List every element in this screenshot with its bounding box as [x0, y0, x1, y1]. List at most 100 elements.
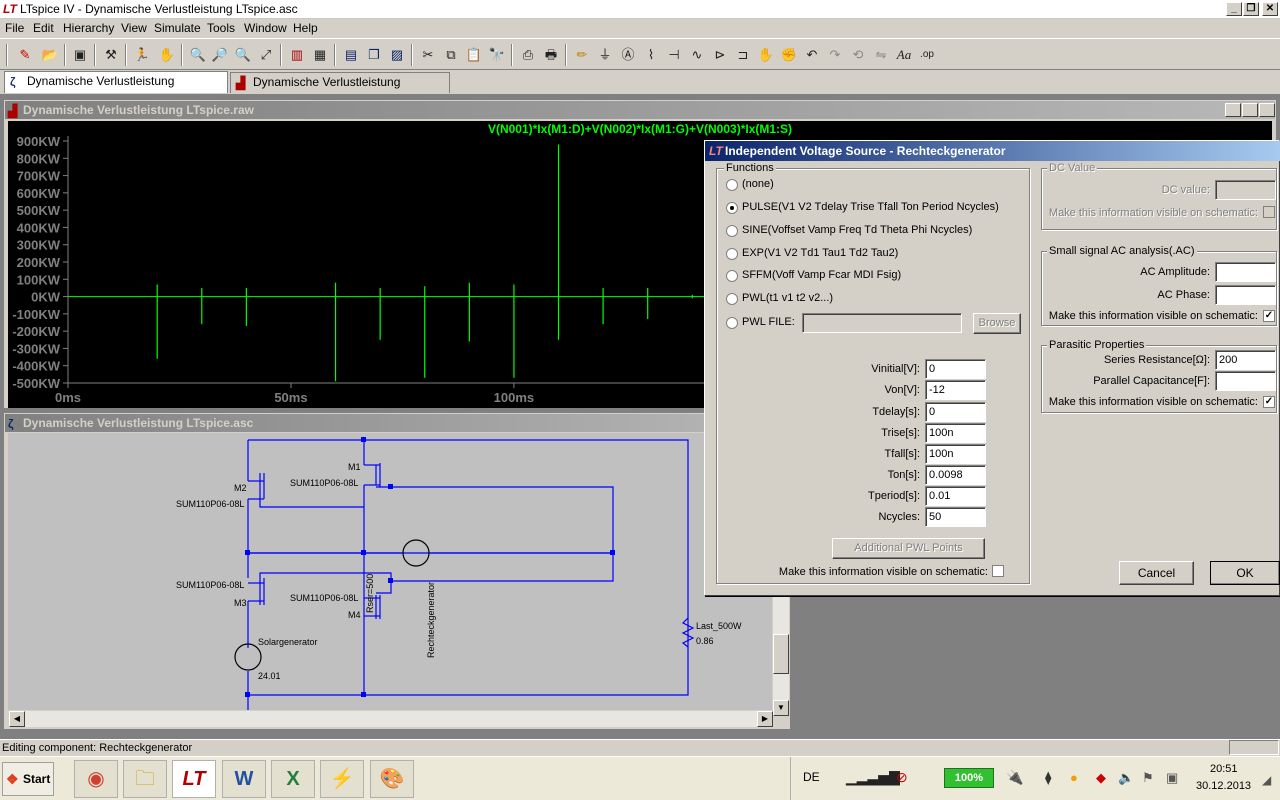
antivirus-icon[interactable]: ◆: [1096, 770, 1106, 786]
m1-label[interactable]: M1: [348, 462, 361, 472]
m1-part-label[interactable]: SUM110P06-08L: [290, 478, 358, 488]
radio-pulse[interactable]: [726, 202, 738, 214]
zoom-back-icon[interactable]: 🔍: [233, 45, 253, 65]
m3-label[interactable]: M3: [234, 598, 247, 608]
word-icon[interactable]: W: [222, 760, 266, 798]
paint-icon[interactable]: 🎨: [370, 760, 414, 798]
radio-pulse-label[interactable]: PULSE(V1 V2 Tdelay Trise Tfall Ton Perio…: [742, 201, 999, 214]
grid-icon[interactable]: ▦: [310, 45, 330, 65]
von-input[interactable]: -12: [925, 380, 986, 400]
undo-icon[interactable]: ↶: [802, 45, 822, 65]
network-icon[interactable]: ▣: [1166, 770, 1178, 786]
menu-help[interactable]: Help: [293, 22, 318, 35]
mirror-icon[interactable]: ⇋: [871, 45, 891, 65]
signal-strength-icon[interactable]: ▁▂▃▅▇: [846, 769, 900, 786]
menu-tools[interactable]: Tools: [207, 22, 235, 35]
solargenerator-value[interactable]: 24.01: [258, 671, 281, 681]
tab-waveform[interactable]: ▟ Dynamische Verlustleistung LTspice.raw: [230, 72, 450, 108]
m4-part-label[interactable]: SUM110P06-08L: [290, 593, 358, 603]
ton-input[interactable]: 0.0098: [925, 465, 986, 485]
print-setup-icon[interactable]: ⎙: [518, 45, 538, 65]
load-value[interactable]: 0.86: [696, 636, 714, 646]
radio-sffm-label[interactable]: SFFM(Voff Vamp Fcar MDI Fsig): [742, 269, 901, 282]
radio-pwl-label[interactable]: PWL(t1 v1 t2 v2...): [742, 292, 833, 305]
m2-part-label[interactable]: SUM110P06-08L: [176, 499, 244, 509]
paste-icon[interactable]: 📋: [464, 45, 484, 65]
flag-icon[interactable]: ⚑: [1142, 770, 1154, 786]
tab-schematic[interactable]: ζ Dynamische Verlustleistung LTspice.asc: [4, 71, 228, 107]
volume-icon[interactable]: 🔈: [1118, 770, 1134, 786]
label-net-icon[interactable]: Ⓐ: [618, 45, 638, 65]
m3-part-label[interactable]: SUM110P06-08L: [176, 580, 244, 590]
zoom-in-icon[interactable]: 🔍: [188, 45, 208, 65]
open-icon[interactable]: 📂: [40, 45, 60, 65]
radio-pwl[interactable]: [726, 293, 738, 305]
rechteckgenerator-label[interactable]: Rechteckgenerator: [426, 582, 436, 658]
tile-icon[interactable]: ▤: [341, 45, 361, 65]
m4-label[interactable]: M4: [348, 610, 361, 620]
additional-pwl-points-button[interactable]: Additional PWL Points: [832, 538, 985, 559]
wireless-off-icon[interactable]: ⊘: [896, 769, 908, 786]
menu-window[interactable]: Window: [244, 22, 287, 35]
ncycles-input[interactable]: 50: [925, 507, 986, 527]
show-desktop-icon[interactable]: ◢: [1262, 773, 1271, 787]
maximize-button[interactable]: ❐: [1243, 2, 1259, 16]
menu-hierarchy[interactable]: Hierarchy: [63, 22, 114, 35]
schematic-window-title[interactable]: ζ Dynamische Verlustleistung LTspice.asc: [5, 414, 789, 432]
menu-file[interactable]: File: [5, 22, 24, 35]
dc-visible-checkbox[interactable]: [1263, 206, 1275, 218]
schematic-canvas[interactable]: M1 SUM110P06-08L M2 SUM110P06-08L SUM110…: [8, 433, 772, 710]
print-icon[interactable]: 🖶: [541, 45, 561, 65]
rechteckgenerator-rser[interactable]: Rser=500: [365, 574, 375, 613]
radio-pwl-file-label[interactable]: PWL FILE:: [742, 316, 795, 329]
vinitial-input[interactable]: 0: [925, 359, 986, 379]
browse-button[interactable]: Browse: [973, 313, 1021, 334]
radio-none-label[interactable]: (none): [742, 178, 774, 191]
cut-icon[interactable]: ✂: [418, 45, 438, 65]
cascade-icon[interactable]: ❐: [364, 45, 384, 65]
menu-edit[interactable]: Edit: [33, 22, 54, 35]
inductor-icon[interactable]: ∿: [687, 45, 707, 65]
radio-exp-label[interactable]: EXP(V1 V2 Td1 Tau1 Td2 Tau2): [742, 247, 898, 260]
rotate-icon[interactable]: ⟲: [848, 45, 868, 65]
halt-icon[interactable]: ✋: [157, 45, 177, 65]
ltspice-icon[interactable]: LT: [172, 760, 216, 798]
radio-exp[interactable]: [726, 248, 738, 260]
resistor-icon[interactable]: ⌇: [641, 45, 661, 65]
cancel-button[interactable]: Cancel: [1119, 561, 1194, 585]
schematic-hscrollbar[interactable]: ◀ ▶: [9, 711, 773, 727]
close-all-icon[interactable]: ▨: [387, 45, 407, 65]
excel-icon[interactable]: X: [271, 760, 315, 798]
minimize-button[interactable]: _: [1226, 2, 1242, 16]
draw-wire-icon[interactable]: ✏: [572, 45, 592, 65]
spice-directive-icon[interactable]: .op: [917, 45, 937, 65]
parasitic-visible-checkbox[interactable]: ✓: [1263, 396, 1275, 408]
load-label[interactable]: Last_500W: [696, 621, 742, 631]
move-icon[interactable]: ✋: [756, 45, 776, 65]
ground-icon[interactable]: ⏚: [595, 45, 615, 65]
save-icon[interactable]: ▣: [70, 45, 90, 65]
autorange-icon[interactable]: ▥: [287, 45, 307, 65]
waveform-maximize-button[interactable]: □: [1242, 103, 1258, 117]
scroll-left-arrow-icon[interactable]: ◀: [9, 711, 25, 727]
power-plug-icon[interactable]: 🔌: [1006, 769, 1023, 786]
clock-date[interactable]: 30.12.2013: [1196, 780, 1251, 792]
waveform-close-button[interactable]: ✕: [1259, 103, 1275, 117]
tdelay-input[interactable]: 0: [925, 402, 986, 422]
dc-value-input[interactable]: [1215, 180, 1276, 200]
language-indicator[interactable]: DE: [803, 770, 820, 784]
redo-icon[interactable]: ↷: [825, 45, 845, 65]
chrome-icon[interactable]: ◉: [74, 760, 118, 798]
start-button[interactable]: ❖ Start: [2, 762, 54, 796]
component-icon[interactable]: ⊐: [733, 45, 753, 65]
menu-simulate[interactable]: Simulate: [154, 22, 201, 35]
trace-label[interactable]: V(N001)*Ix(M1:D)+V(N002)*Ix(M1:G)+V(N003…: [8, 122, 1272, 137]
series-resistance-input[interactable]: 200: [1215, 350, 1276, 370]
functions-visible-checkbox[interactable]: [992, 565, 1004, 577]
update-icon[interactable]: ●: [1070, 770, 1078, 785]
dialog-title-bar[interactable]: LT Independent Voltage Source - Rechteck…: [705, 141, 1280, 161]
tfall-input[interactable]: 100n: [925, 444, 986, 464]
radio-sine[interactable]: [726, 225, 738, 237]
control-panel-icon[interactable]: ⚒: [101, 45, 121, 65]
acrobat-icon[interactable]: ⚡: [320, 760, 364, 798]
